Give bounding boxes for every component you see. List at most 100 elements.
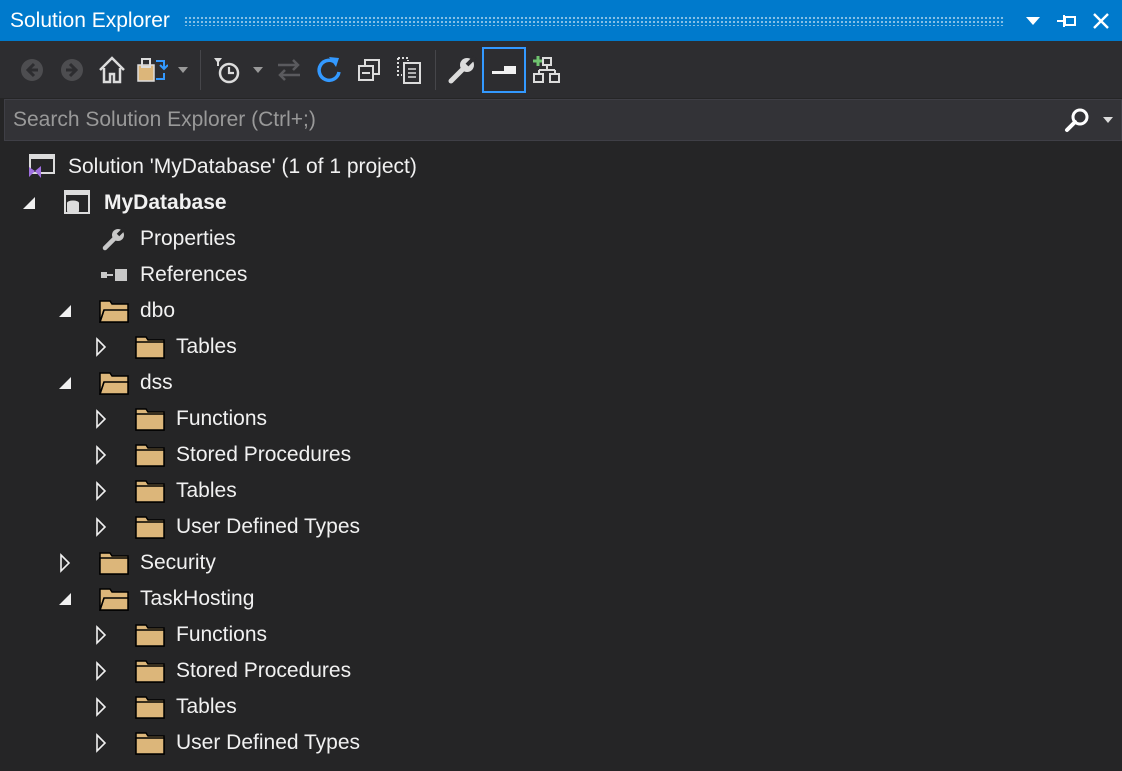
toolbar-separator <box>435 49 436 90</box>
wrench-icon <box>448 55 477 83</box>
folder-icon <box>134 333 166 361</box>
expander-collapsed-icon[interactable] <box>94 481 108 501</box>
expander-collapsed-icon[interactable] <box>94 661 108 681</box>
tree-item-properties[interactable]: Properties <box>0 221 1122 257</box>
tree-item-label: Solution 'MyDatabase' (1 of 1 project) <box>68 155 417 178</box>
folder-icon <box>134 657 166 685</box>
collapse-all-button[interactable] <box>349 48 389 92</box>
drag-grip[interactable] <box>183 15 1004 26</box>
folder-icon <box>134 441 166 469</box>
close-button[interactable] <box>1084 0 1118 41</box>
back-button[interactable] <box>12 48 52 92</box>
caret-down-icon <box>178 66 188 73</box>
expander-expanded-icon[interactable] <box>58 373 72 393</box>
tree-item-folder-dss-functions[interactable]: Functions <box>0 401 1122 437</box>
tree-item-label: TaskHosting <box>140 587 255 610</box>
pending-changes-filter-button[interactable] <box>207 48 247 92</box>
expander-collapsed-icon[interactable] <box>94 517 108 537</box>
sync-arrows-icon <box>278 58 300 81</box>
tree-item-folder-security[interactable]: Security <box>0 545 1122 581</box>
forward-button[interactable] <box>52 48 92 92</box>
tree-item-label: Stored Procedures <box>176 659 352 682</box>
tree-item-label: Tables <box>176 335 237 358</box>
caret-down-icon <box>253 66 263 73</box>
tree-item-folder-taskhosting-stored-procedures[interactable]: Stored Procedures <box>0 653 1122 689</box>
tree-item-label: User Defined Types <box>176 515 361 538</box>
expander-collapsed-icon[interactable] <box>94 337 108 357</box>
folder-icon <box>134 621 166 649</box>
clock-filter-icon <box>214 57 240 83</box>
folder-icon <box>98 549 130 577</box>
tree-item-folder-dss-user-defined-types[interactable]: User Defined Types <box>0 509 1122 545</box>
preview-icon <box>492 65 516 74</box>
tree-item-label: Security <box>140 551 216 574</box>
expander-expanded-icon[interactable] <box>58 589 72 609</box>
switch-views-dropdown-button[interactable] <box>172 48 194 92</box>
tree-item-label: Tables <box>176 695 237 718</box>
switch-views-button[interactable] <box>132 48 172 92</box>
search-input[interactable] <box>5 99 1059 141</box>
tree-item-folder-dss-stored-procedures[interactable]: Stored Procedures <box>0 437 1122 473</box>
tree-item-solution[interactable]: Solution 'MyDatabase' (1 of 1 project) <box>0 149 1122 185</box>
tree-item-folder-dbo-tables[interactable]: Tables <box>0 329 1122 365</box>
folder-open-icon <box>98 369 130 397</box>
show-all-files-button[interactable] <box>389 48 429 92</box>
tree-item-project-mydatabase[interactable]: MyDatabase <box>0 185 1122 221</box>
arrow-left-circle-icon <box>21 58 43 81</box>
window-position-dropdown-button[interactable] <box>1016 0 1050 41</box>
caret-down-icon <box>1026 16 1040 25</box>
refresh-button[interactable] <box>309 48 349 92</box>
wrench-icon <box>98 225 130 253</box>
toolbar-separator <box>200 49 201 90</box>
folder-icon <box>134 729 166 757</box>
search-box <box>4 99 1122 141</box>
filter-dropdown-button[interactable] <box>247 48 269 92</box>
auto-hide-pin-button[interactable] <box>1050 0 1084 41</box>
sync-with-active-document-button[interactable] <box>269 48 309 92</box>
tree-item-folder-taskhosting[interactable]: TaskHosting <box>0 581 1122 617</box>
hierarchy-add-icon <box>533 55 560 83</box>
switch-views-icon <box>137 57 168 82</box>
tree-item-folder-taskhosting-functions[interactable]: Functions <box>0 617 1122 653</box>
folder-icon <box>134 693 166 721</box>
tree-item-label: dss <box>140 371 173 394</box>
expander-collapsed-icon[interactable] <box>58 553 72 573</box>
tree-item-folder-taskhosting-tables[interactable]: Tables <box>0 689 1122 725</box>
database-project-icon <box>61 189 93 217</box>
expander-collapsed-icon[interactable] <box>94 445 108 465</box>
tree-item-folder-dbo[interactable]: dbo <box>0 293 1122 329</box>
tree-item-label: References <box>140 263 248 286</box>
tree-item-folder-dss-tables[interactable]: Tables <box>0 473 1122 509</box>
home-icon <box>99 55 125 83</box>
close-icon <box>1093 12 1109 29</box>
arrow-right-circle-icon <box>61 58 83 81</box>
tree-item-label: User Defined Types <box>176 731 361 754</box>
tree-item-folder-taskhosting-user-defined-types[interactable]: User Defined Types <box>0 725 1122 761</box>
references-icon <box>98 261 130 289</box>
tree-item-references[interactable]: References <box>0 257 1122 293</box>
home-button[interactable] <box>92 48 132 92</box>
preview-selected-items-button[interactable] <box>482 46 526 93</box>
folder-open-icon <box>98 297 130 325</box>
caret-down-icon <box>1103 117 1113 123</box>
tree-item-label: Properties <box>140 227 236 250</box>
expander-collapsed-icon[interactable] <box>94 625 108 645</box>
toolbar <box>0 41 1122 98</box>
search-options-dropdown[interactable] <box>1095 100 1121 140</box>
search-button[interactable] <box>1059 100 1095 140</box>
properties-button[interactable] <box>442 48 482 92</box>
pin-icon <box>1057 14 1076 27</box>
title-bar[interactable]: Solution Explorer <box>0 0 1122 41</box>
tree-item-label: MyDatabase <box>104 191 227 214</box>
tree-item-label: Tables <box>176 479 237 502</box>
refresh-icon <box>317 56 341 82</box>
tree-item-label: Functions <box>176 623 268 646</box>
expander-collapsed-icon[interactable] <box>94 733 108 753</box>
tree-item-folder-dss[interactable]: dss <box>0 365 1122 401</box>
expander-collapsed-icon[interactable] <box>94 697 108 717</box>
expander-expanded-icon[interactable] <box>58 301 72 321</box>
folder-icon <box>134 477 166 505</box>
schema-view-button[interactable] <box>526 48 566 92</box>
expander-collapsed-icon[interactable] <box>94 409 108 429</box>
expander-expanded-icon[interactable] <box>22 193 36 213</box>
